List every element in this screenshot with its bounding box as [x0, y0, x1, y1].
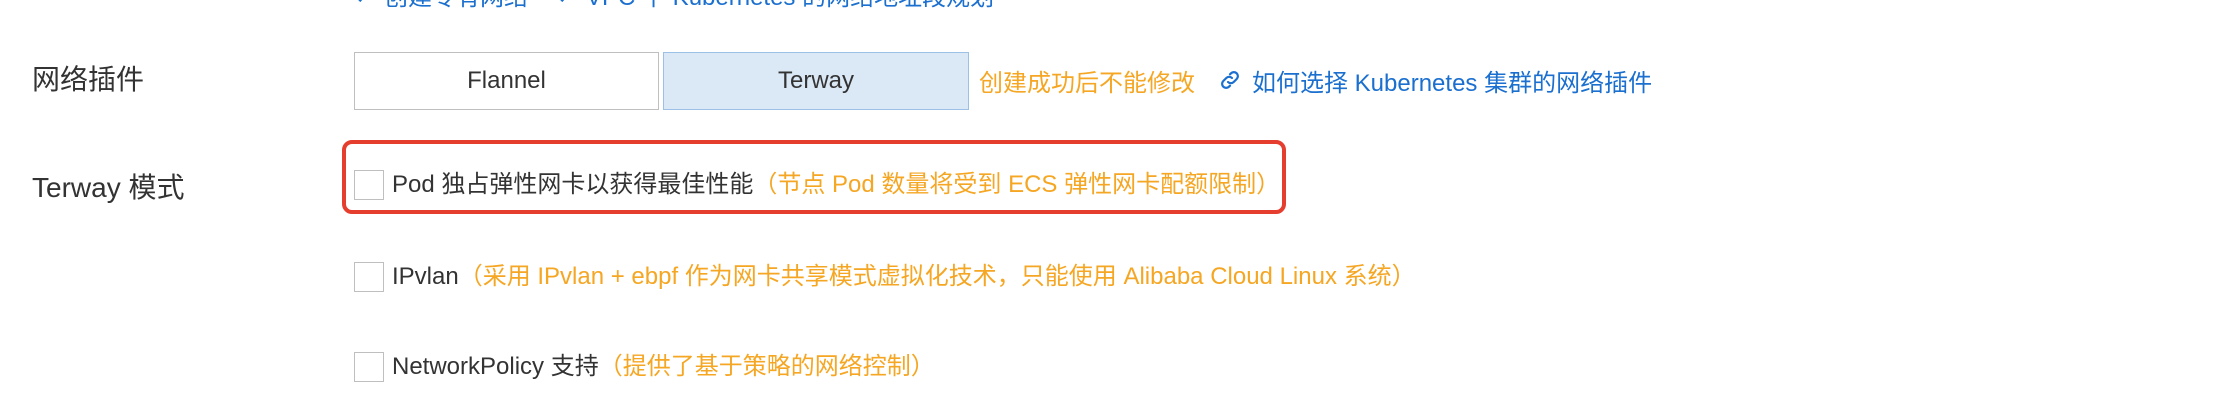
- plugin-help-link[interactable]: 如何选择 Kubernetes 集群的网络插件: [1218, 68, 1652, 100]
- pod-eni-option: Pod 独占弹性网卡以获得最佳性能 （节点 Pod 数量将受到 ECS 弹性网卡…: [354, 170, 1280, 200]
- network-policy-note: （提供了基于策略的网络控制）: [598, 353, 935, 380]
- network-policy-checkbox[interactable]: [354, 352, 384, 382]
- link-icon: [1218, 68, 1242, 100]
- vpc-planning-link[interactable]: VPC 下 Kubernetes 的网络地址段规划: [554, 0, 994, 11]
- plugin-help-link-label: 如何选择 Kubernetes 集群的网络插件: [1252, 70, 1653, 97]
- network-policy-label: NetworkPolicy 支持: [392, 353, 599, 380]
- check-link-icon: [352, 0, 374, 11]
- pod-eni-label: Pod 独占弹性网卡以获得最佳性能: [392, 171, 754, 198]
- cluster-network-config: 创建专有网络 VPC 下 Kubernetes 的网络地址段规划 网络插件 Fl…: [0, 0, 2224, 420]
- pod-eni-note: （节点 Pod 数量将受到 ECS 弹性网卡配额限制）: [753, 171, 1281, 198]
- network-plugin-label: 网络插件: [32, 64, 145, 95]
- flannel-option-button[interactable]: Flannel: [354, 52, 659, 110]
- ipvlan-checkbox[interactable]: [354, 262, 384, 292]
- create-vpc-link-label: 创建专有网络: [384, 0, 528, 10]
- terway-mode-label: Terway 模式: [32, 172, 185, 203]
- network-policy-option: NetworkPolicy 支持 （提供了基于策略的网络控制）: [354, 352, 935, 382]
- ipvlan-note: （采用 IPvlan + ebpf 作为网卡共享模式虚拟化技术，只能使用 Ali…: [458, 263, 1416, 290]
- network-plugin-selector: Flannel Terway: [354, 52, 969, 112]
- ipvlan-option: IPvlan （采用 IPvlan + ebpf 作为网卡共享模式虚拟化技术，只…: [354, 262, 1416, 292]
- terway-option-button[interactable]: Terway: [663, 52, 969, 110]
- vpc-planning-link-label: VPC 下 Kubernetes 的网络地址段规划: [586, 0, 994, 10]
- top-links: 创建专有网络 VPC 下 Kubernetes 的网络地址段规划: [352, 0, 994, 11]
- pod-eni-checkbox[interactable]: [354, 170, 384, 200]
- create-vpc-link[interactable]: 创建专有网络: [352, 0, 528, 11]
- ipvlan-label: IPvlan: [392, 263, 459, 290]
- plugin-warning-text: 创建成功后不能修改: [979, 70, 1195, 97]
- check-link-icon: [554, 0, 576, 11]
